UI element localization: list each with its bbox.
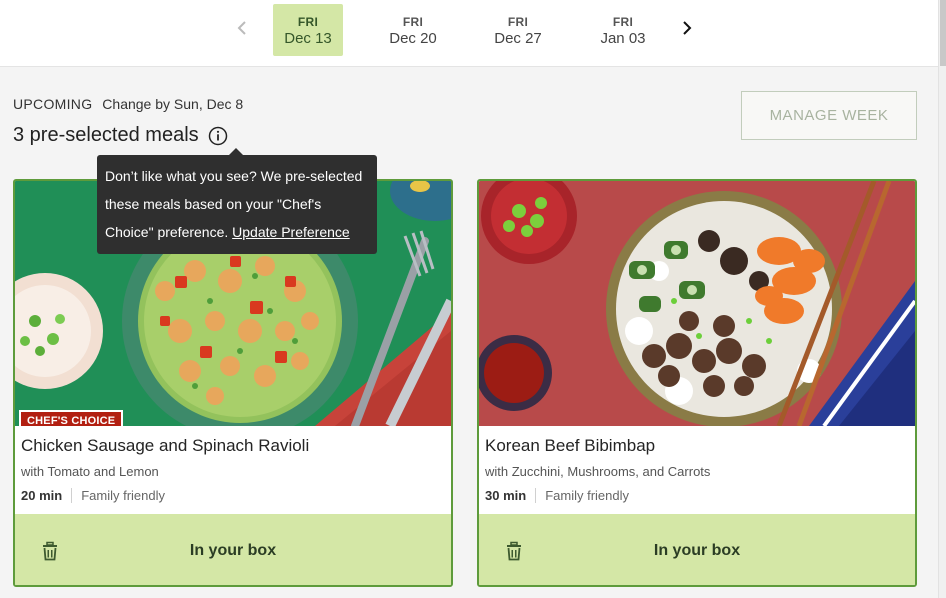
date-tab-jan-03[interactable]: FRI Jan 03 <box>588 4 658 56</box>
meal-meta: 20 min Family friendly <box>21 488 445 503</box>
chevron-left-icon <box>237 21 246 35</box>
meal-info: Chicken Sausage and Spinach Ravioli with… <box>15 426 451 514</box>
date-tab-date: Dec 20 <box>389 30 437 47</box>
date-tab-date: Dec 13 <box>284 30 332 47</box>
next-week-button[interactable] <box>677 17 697 39</box>
meal-tag: Family friendly <box>81 488 165 503</box>
info-icon[interactable] <box>208 126 228 146</box>
date-tab-day: FRI <box>612 15 634 29</box>
meal-title[interactable]: Chicken Sausage and Spinach Ravioli <box>21 436 445 456</box>
update-preference-link[interactable]: Update Preference <box>232 224 350 240</box>
scrollbar-thumb[interactable] <box>940 0 946 66</box>
in-your-box-label: In your box <box>189 541 277 559</box>
prep-time: 20 min <box>21 488 73 503</box>
preference-tooltip: Don’t like what you see? We pre-selected… <box>97 148 377 254</box>
date-tab-dec-27[interactable]: FRI Dec 27 <box>483 4 553 56</box>
week-selector-bar: FRI Dec 13 FRI Dec 20 FRI Dec 27 FRI Jan… <box>0 0 938 67</box>
trash-icon[interactable] <box>40 541 60 566</box>
in-your-box-label: In your box <box>653 541 741 559</box>
meal-card[interactable]: Korean Beef Bibimbap with Zucchini, Mush… <box>477 179 917 587</box>
in-your-box-footer: In your box <box>15 514 451 585</box>
date-tab-day: FRI <box>507 15 529 29</box>
delivery-status: UPCOMING Change by Sun, Dec 8 <box>13 96 243 112</box>
meal-subtitle: with Zucchini, Mushrooms, and Carrots <box>485 464 711 479</box>
prep-time: 30 min <box>485 488 537 503</box>
date-tab-date: Jan 03 <box>600 30 646 47</box>
chevron-right-icon <box>683 21 692 35</box>
status-label: UPCOMING <box>13 96 93 112</box>
meal-subtitle: with Tomato and Lemon <box>21 464 159 479</box>
date-tab-date: Dec 27 <box>494 30 542 47</box>
trash-icon[interactable] <box>504 541 524 566</box>
page-title: 3 pre-selected meals <box>13 124 199 146</box>
meal-photo-bibimbap <box>479 181 915 426</box>
date-tab-day: FRI <box>402 15 424 29</box>
scrollbar[interactable] <box>938 0 946 598</box>
date-tab-day: FRI <box>297 15 319 29</box>
meal-info: Korean Beef Bibimbap with Zucchini, Mush… <box>479 426 915 514</box>
meal-meta: 30 min Family friendly <box>485 488 909 503</box>
meal-title[interactable]: Korean Beef Bibimbap <box>485 436 909 456</box>
meal-tag: Family friendly <box>545 488 629 503</box>
meals-heading: 3 pre-selected meals <box>13 124 228 147</box>
in-your-box-footer: In your box <box>479 514 915 585</box>
manage-week-button[interactable]: MANAGE WEEK <box>741 91 917 140</box>
date-tab-dec-20[interactable]: FRI Dec 20 <box>378 4 448 56</box>
prev-week-button[interactable] <box>232 17 252 39</box>
date-tab-dec-13[interactable]: FRI Dec 13 <box>273 4 343 56</box>
change-deadline: Change by Sun, Dec 8 <box>102 96 244 112</box>
